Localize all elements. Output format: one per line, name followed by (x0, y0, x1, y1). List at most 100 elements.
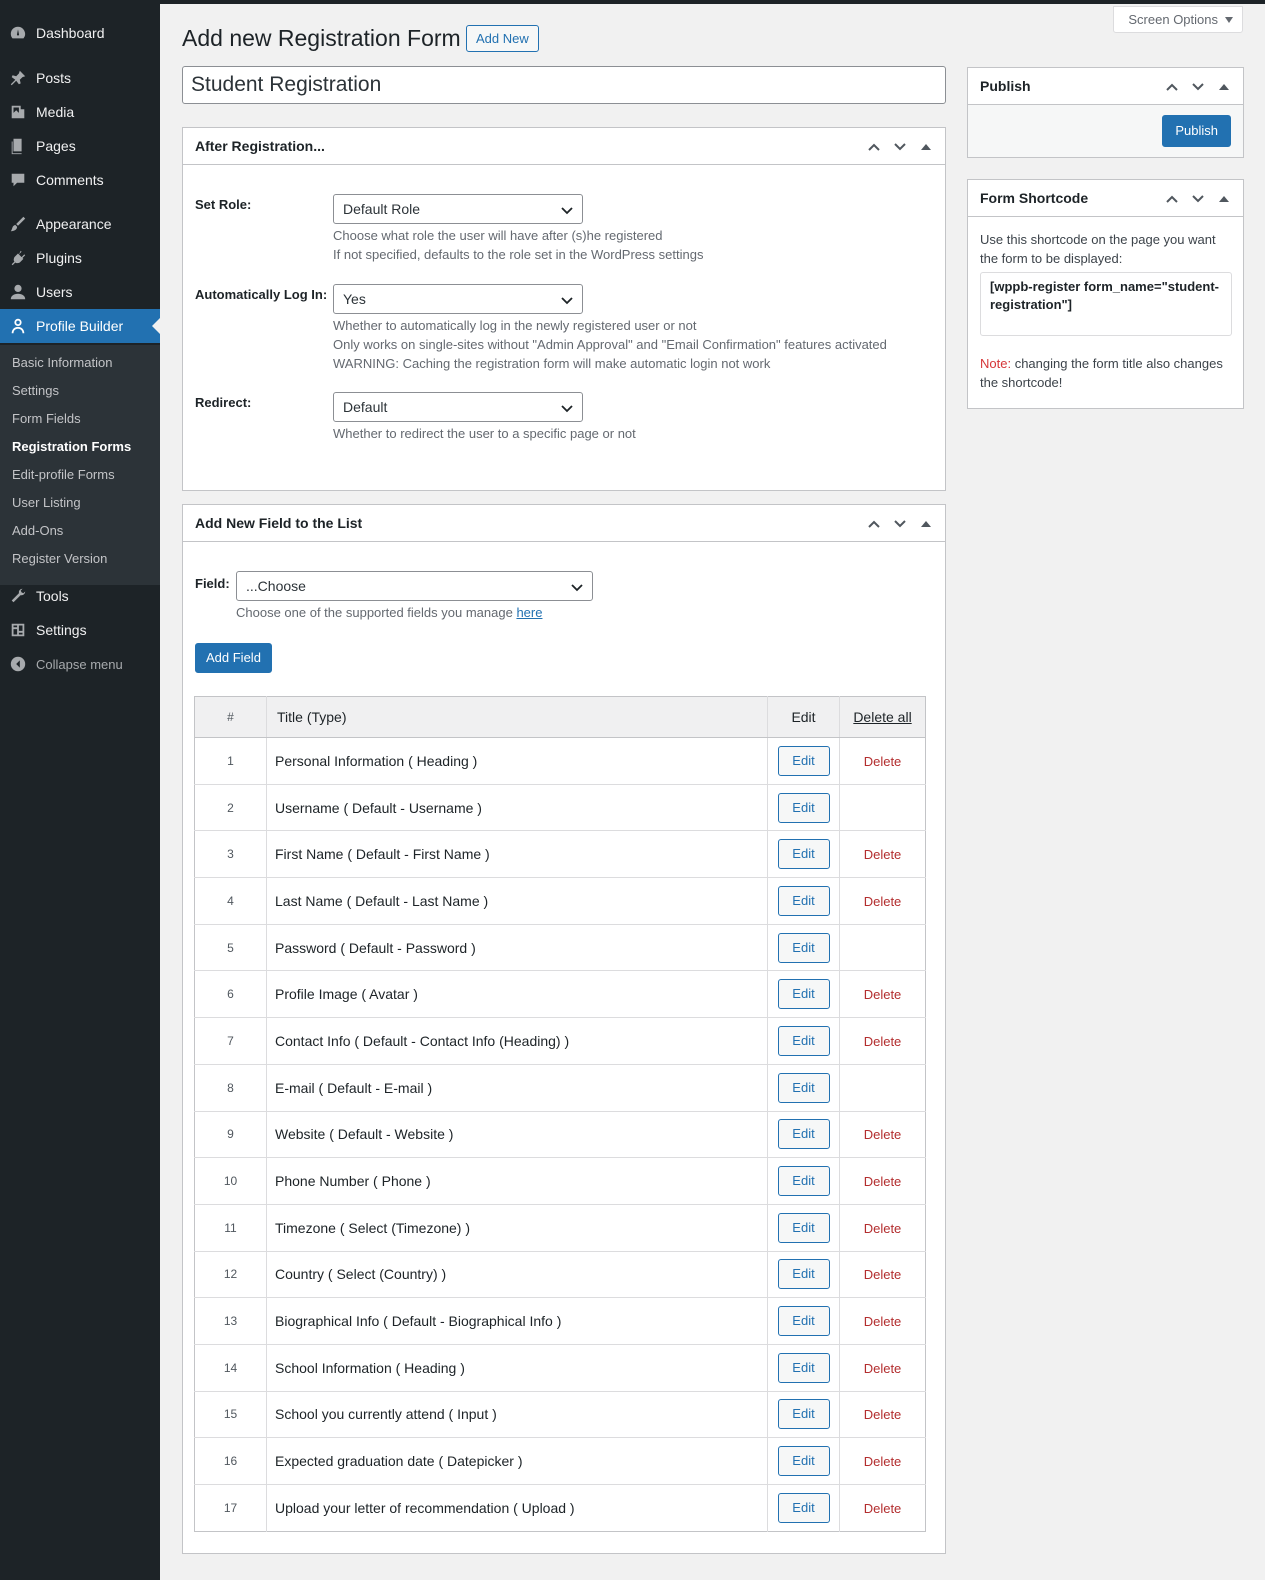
delete-all-link[interactable]: Delete all (839, 696, 926, 738)
row-number: 14 (194, 1344, 267, 1392)
submenu-register-version[interactable]: Register Version (12, 551, 107, 566)
collapse-menu-button[interactable]: Collapse menu (0, 647, 160, 681)
edit-button[interactable]: Edit (777, 1259, 830, 1290)
move-up-icon[interactable] (1159, 186, 1185, 212)
submenu-edit-profile-forms[interactable]: Edit-profile Forms (12, 467, 115, 482)
sidebar-item-plugins[interactable]: Plugins (0, 241, 160, 275)
edit-button[interactable]: Edit (777, 1492, 830, 1523)
sidebar-item-media[interactable]: Media (0, 95, 160, 129)
publish-button[interactable]: Publish (1162, 115, 1231, 147)
row-title: First Name ( Default - First Name ) (266, 830, 768, 879)
move-down-icon[interactable] (887, 134, 913, 160)
field-type-select[interactable]: ...Choose (236, 571, 593, 601)
delete-link[interactable]: Delete (864, 1267, 902, 1282)
table-row: 1 Personal Information ( Heading ) Edit Del… (194, 737, 926, 785)
edit-button[interactable]: Edit (777, 1399, 830, 1430)
delete-link[interactable]: Delete (864, 894, 902, 909)
move-up-icon[interactable] (1159, 74, 1185, 100)
delete-link[interactable]: Delete (864, 1174, 902, 1189)
submenu-form-fields[interactable]: Form Fields (12, 411, 81, 426)
edit-button[interactable]: Edit (777, 979, 830, 1010)
edit-button[interactable]: Edit (777, 1212, 830, 1243)
edit-button[interactable]: Edit (777, 1025, 830, 1056)
move-up-icon[interactable] (861, 511, 887, 537)
delete-link[interactable]: Delete (864, 1407, 902, 1422)
delete-all-label[interactable]: Delete all (853, 709, 911, 725)
postbox-title: Form Shortcode (980, 190, 1089, 206)
form-shortcode-box: Form Shortcode Use this shortcode on the… (967, 179, 1244, 409)
edit-button[interactable]: Edit (777, 1119, 830, 1150)
screen-options-button[interactable]: Screen Options (1113, 6, 1243, 33)
row-edit-cell: Edit (767, 1111, 840, 1159)
sidebar-item-label: Posts (36, 70, 72, 86)
delete-link[interactable]: Delete (864, 1501, 902, 1516)
delete-link[interactable]: Delete (864, 1221, 902, 1236)
sidebar-item-settings[interactable]: Settings (0, 613, 160, 647)
submenu-basic-information[interactable]: Basic Information (12, 355, 112, 370)
field-description: Choose one of the supported fields you m… (236, 603, 542, 622)
sidebar-item-profile-builder[interactable]: Profile Builder (0, 309, 160, 343)
table-row: 4 Last Name ( Default - Last Name ) Edit De… (194, 877, 926, 925)
edit-button[interactable]: Edit (777, 1306, 830, 1337)
sidebar-item-posts[interactable]: Posts (0, 61, 160, 95)
row-number: 12 (194, 1251, 267, 1299)
sidebar-item-appearance[interactable]: Appearance (0, 207, 160, 241)
delete-link[interactable]: Delete (864, 1454, 902, 1469)
settings-icon (0, 621, 36, 639)
submenu-add-ons[interactable]: Add-Ons (12, 523, 63, 538)
move-down-icon[interactable] (887, 511, 913, 537)
sidebar-item-pages[interactable]: Pages (0, 129, 160, 163)
set-role-select[interactable]: Default Role (333, 194, 583, 224)
here-link[interactable]: here (516, 605, 542, 620)
redirect-label: Redirect: (195, 395, 252, 410)
delete-link[interactable]: Delete (864, 1034, 902, 1049)
sidebar-item-comments[interactable]: Comments (0, 163, 160, 197)
column-header-edit: Edit (767, 696, 840, 738)
delete-link[interactable]: Delete (864, 1361, 902, 1376)
toggle-panel-icon[interactable] (913, 511, 939, 537)
redirect-select[interactable]: Default (333, 392, 583, 422)
edit-button[interactable]: Edit (777, 1352, 830, 1383)
delete-link[interactable]: Delete (864, 1314, 902, 1329)
sidebar-item-users[interactable]: Users (0, 275, 160, 309)
delete-link[interactable]: Delete (864, 754, 902, 769)
row-title: Phone Number ( Phone ) (266, 1157, 768, 1205)
delete-link[interactable]: Delete (864, 987, 902, 1002)
submenu-registration-forms[interactable]: Registration Forms (12, 439, 131, 454)
row-delete-cell: Delete (839, 1297, 926, 1345)
edit-button[interactable]: Edit (777, 1072, 830, 1103)
sidebar-item-dashboard[interactable]: Dashboard (0, 16, 160, 50)
sidebar-item-label: Media (36, 104, 75, 120)
sidebar-item-tools[interactable]: Tools (0, 579, 160, 613)
delete-link[interactable]: Delete (864, 847, 902, 862)
set-role-label: Set Role: (195, 197, 252, 212)
row-number: 11 (194, 1204, 267, 1252)
edit-button[interactable]: Edit (777, 885, 830, 916)
add-new-button[interactable]: Add New (466, 25, 539, 52)
toggle-panel-icon[interactable] (913, 134, 939, 160)
add-field-button[interactable]: Add Field (195, 643, 272, 673)
row-title: Biographical Info ( Default - Biographic… (266, 1297, 768, 1345)
edit-button[interactable]: Edit (777, 839, 830, 870)
submenu-settings[interactable]: Settings (12, 383, 59, 398)
move-down-icon[interactable] (1185, 186, 1211, 212)
auto-login-select[interactable]: Yes (333, 284, 583, 314)
row-number: 13 (194, 1297, 267, 1345)
delete-link[interactable]: Delete (864, 1127, 902, 1142)
move-up-icon[interactable] (861, 134, 887, 160)
toggle-panel-icon[interactable] (1211, 186, 1237, 212)
edit-button[interactable]: Edit (777, 792, 830, 823)
row-edit-cell: Edit (767, 924, 840, 972)
edit-button[interactable]: Edit (777, 1166, 830, 1197)
table-row: 12 Country ( Select (Country) ) Edit Delete (194, 1251, 926, 1299)
shortcode-field[interactable]: [wppb-register form_name="student-regist… (980, 272, 1232, 336)
form-title-input[interactable] (182, 66, 946, 104)
edit-button[interactable]: Edit (777, 1446, 830, 1477)
move-down-icon[interactable] (1185, 74, 1211, 100)
table-row: 13 Biographical Info ( Default - Biograph… (194, 1297, 926, 1345)
edit-button[interactable]: Edit (777, 745, 830, 776)
toggle-panel-icon[interactable] (1211, 74, 1237, 100)
submenu-user-listing[interactable]: User Listing (12, 495, 81, 510)
row-edit-cell: Edit (767, 1064, 840, 1112)
edit-button[interactable]: Edit (777, 932, 830, 963)
